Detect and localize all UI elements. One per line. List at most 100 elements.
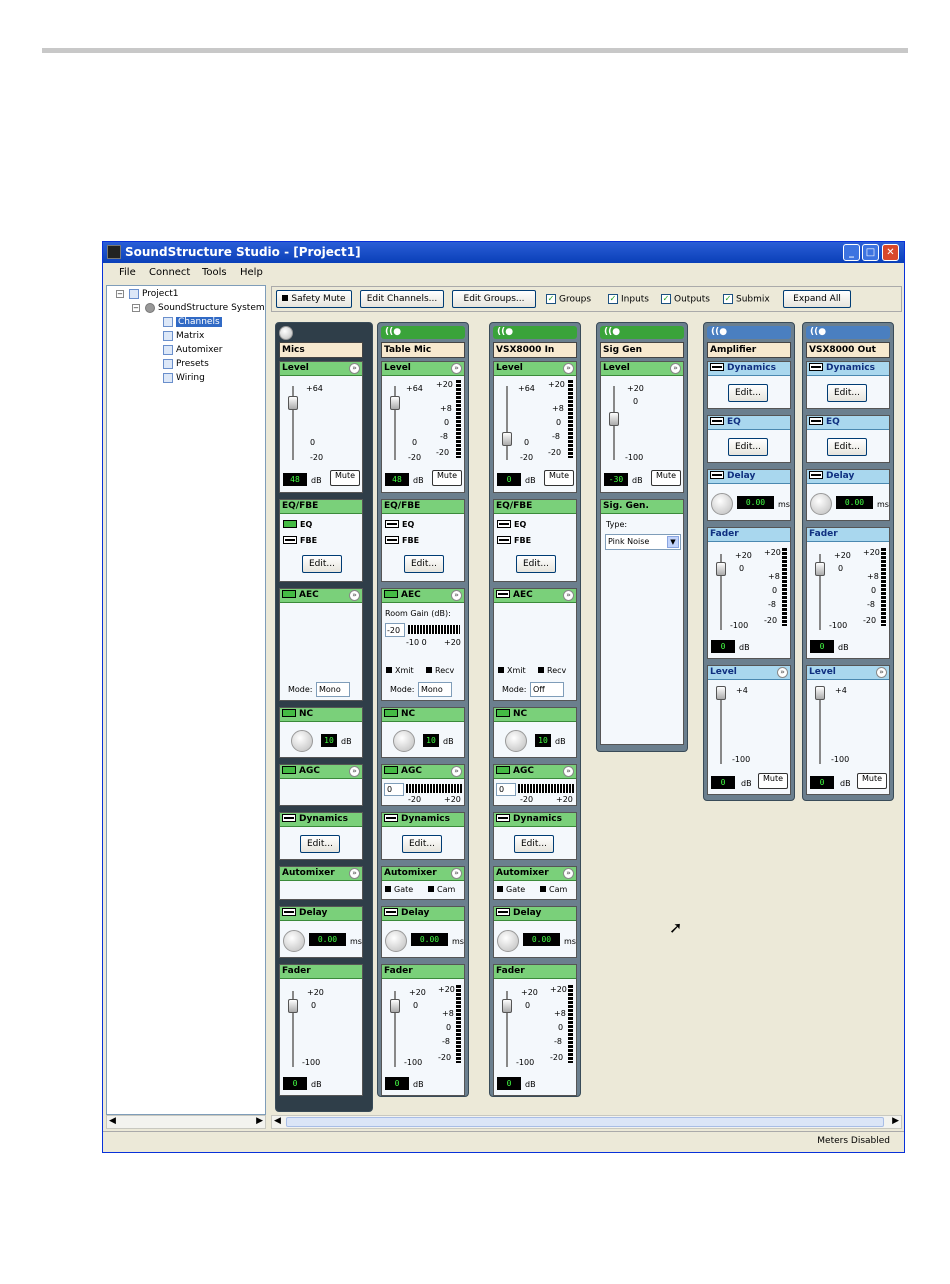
agc-value[interactable]: 0 <box>384 783 404 796</box>
delay-knob[interactable] <box>283 930 305 952</box>
expand-icon[interactable]: » <box>349 590 360 601</box>
expand-icon[interactable]: » <box>563 590 574 601</box>
tree-system[interactable]: SoundStructure System <box>145 302 265 314</box>
level-slider[interactable] <box>815 686 825 700</box>
toggle-off-icon[interactable] <box>282 907 296 916</box>
expand-icon[interactable]: » <box>451 868 462 879</box>
inputs-checkbox[interactable]: ✓ Inputs <box>608 294 649 305</box>
expand-icon[interactable]: » <box>349 766 360 777</box>
expand-icon[interactable]: » <box>563 766 574 777</box>
chevron-down-icon[interactable]: ▼ <box>667 536 679 548</box>
toggle-off-icon[interactable] <box>710 470 724 479</box>
tree-scrollbar[interactable]: ◀ ▶ <box>106 1115 266 1129</box>
toggle-off-icon[interactable] <box>282 813 296 822</box>
fader-value[interactable]: 0 <box>810 640 834 653</box>
tree-automixer[interactable]: Automixer <box>163 344 222 356</box>
mute-button[interactable]: Mute <box>432 470 462 486</box>
expand-icon[interactable]: » <box>563 868 574 879</box>
safety-mute-button[interactable]: Safety Mute <box>276 290 352 308</box>
level-value[interactable]: -30 <box>604 473 628 486</box>
fader-slider[interactable] <box>390 999 400 1013</box>
level-value[interactable]: 0 <box>497 473 521 486</box>
eqfbe-edit-button[interactable]: Edit... <box>404 555 444 573</box>
eq-edit-button[interactable]: Edit... <box>728 438 768 456</box>
expand-icon[interactable]: » <box>349 868 360 879</box>
toggle-off-icon[interactable] <box>496 813 510 822</box>
edit-groups-button[interactable]: Edit Groups... <box>452 290 536 308</box>
mute-button[interactable]: Mute <box>651 470 681 486</box>
dynamics-edit-button[interactable]: Edit... <box>827 384 867 402</box>
expand-icon[interactable]: » <box>563 363 574 374</box>
fader-value[interactable]: 0 <box>497 1077 521 1090</box>
toggle-off-icon[interactable] <box>384 907 398 916</box>
eqfbe-edit-button[interactable]: Edit... <box>302 555 342 573</box>
menu-file[interactable]: File <box>119 267 136 278</box>
outputs-checkbox[interactable]: ✓ Outputs <box>661 294 710 305</box>
level-value[interactable]: 48 <box>385 473 409 486</box>
edit-channels-button[interactable]: Edit Channels... <box>360 290 444 308</box>
expand-icon[interactable]: » <box>349 363 360 374</box>
level-slider[interactable] <box>502 432 512 446</box>
expand-icon[interactable]: » <box>451 590 462 601</box>
eq-edit-button[interactable]: Edit... <box>827 438 867 456</box>
level-value[interactable]: 0 <box>711 776 735 789</box>
delay-knob[interactable] <box>810 493 832 515</box>
level-slider[interactable] <box>716 686 726 700</box>
eqfbe-edit-button[interactable]: Edit... <box>516 555 556 573</box>
minimize-icon[interactable]: _ <box>843 244 860 261</box>
tree-channels[interactable]: Channels <box>163 316 222 328</box>
nc-knob[interactable] <box>505 730 527 752</box>
level-value[interactable]: 48 <box>283 473 307 486</box>
mute-button[interactable]: Mute <box>758 773 788 789</box>
toggle-on-icon[interactable] <box>384 589 398 598</box>
fader-slider[interactable] <box>502 999 512 1013</box>
eq-toggle[interactable]: EQ <box>497 519 526 529</box>
delay-knob[interactable] <box>385 930 407 952</box>
toggle-on-icon[interactable] <box>496 708 510 717</box>
level-slider[interactable] <box>288 396 298 410</box>
nc-knob[interactable] <box>393 730 415 752</box>
expand-all-button[interactable]: Expand All <box>783 290 851 308</box>
close-icon[interactable]: ✕ <box>882 244 899 261</box>
collapse-icon[interactable]: − <box>132 304 140 312</box>
fbe-toggle[interactable]: FBE <box>283 535 317 545</box>
dynamics-edit-button[interactable]: Edit... <box>514 835 554 853</box>
toggle-on-icon[interactable] <box>282 765 296 774</box>
mute-button[interactable]: Mute <box>544 470 574 486</box>
toggle-on-icon[interactable] <box>282 708 296 717</box>
delay-value[interactable]: 0.00 <box>309 933 346 946</box>
eq-toggle[interactable]: EQ <box>385 519 414 529</box>
delay-value[interactable]: 0.00 <box>411 933 448 946</box>
toggle-off-icon[interactable] <box>809 416 823 425</box>
toggle-off-icon[interactable] <box>710 416 724 425</box>
level-slider[interactable] <box>390 396 400 410</box>
tree-presets[interactable]: Presets <box>163 358 209 370</box>
delay-value[interactable]: 0.00 <box>523 933 560 946</box>
scroll-thumb[interactable] <box>286 1117 884 1127</box>
delay-value[interactable]: 0.00 <box>737 496 774 509</box>
toggle-on-icon[interactable] <box>282 589 296 598</box>
menu-help[interactable]: Help <box>240 267 263 278</box>
expand-icon[interactable]: » <box>451 363 462 374</box>
fader-value[interactable]: 0 <box>711 640 735 653</box>
toggle-on-icon[interactable] <box>496 765 510 774</box>
fbe-toggle[interactable]: FBE <box>385 535 419 545</box>
toggle-on-icon[interactable] <box>384 708 398 717</box>
fader-value[interactable]: 0 <box>283 1077 307 1090</box>
tree-wiring[interactable]: Wiring <box>163 372 205 384</box>
expand-icon[interactable]: » <box>777 667 788 678</box>
toggle-off-icon[interactable] <box>809 362 823 371</box>
tree-project[interactable]: Project1 <box>129 288 179 300</box>
scroll-left-icon[interactable]: ◀ <box>109 1116 116 1126</box>
scroll-right-icon[interactable]: ▶ <box>256 1116 263 1126</box>
nc-knob[interactable] <box>291 730 313 752</box>
menu-connect[interactable]: Connect <box>149 267 190 278</box>
fader-slider[interactable] <box>288 999 298 1013</box>
fbe-toggle[interactable]: FBE <box>497 535 531 545</box>
collapse-group-icon[interactable] <box>279 326 293 340</box>
dynamics-edit-button[interactable]: Edit... <box>402 835 442 853</box>
dynamics-edit-button[interactable]: Edit... <box>300 835 340 853</box>
agc-value[interactable]: 0 <box>496 783 516 796</box>
toggle-off-icon[interactable] <box>710 362 724 371</box>
submix-checkbox[interactable]: ✓ Submix <box>723 294 770 305</box>
